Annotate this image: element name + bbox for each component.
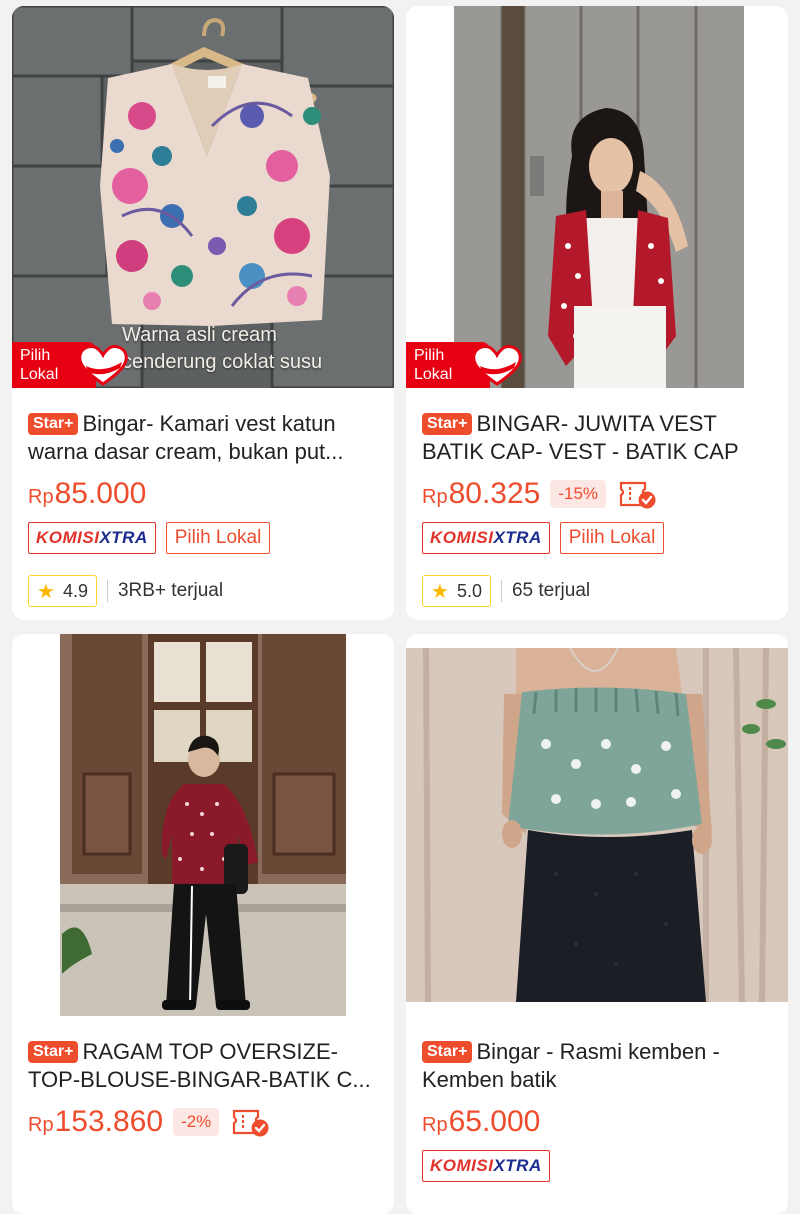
price-amount: 65.000 (448, 1105, 541, 1138)
komisi-text: KOMISI (430, 528, 494, 547)
product-card[interactable]: Star+ Bingar - Rasmi kemben - Kemben bati… (406, 634, 788, 1214)
price-currency: Rp (422, 1114, 448, 1136)
price-amount: 80.325 (448, 477, 541, 510)
star-plus-badge: Star+ (422, 413, 473, 435)
price-row: Rp 65.000 (422, 1104, 772, 1140)
price-amount: 85.000 (54, 477, 147, 510)
badge-line: Lokal (414, 366, 453, 383)
rating-row: ★ 5.0 65 terjual (422, 574, 772, 608)
pilih-lokal-tag: Pilih Lokal (165, 522, 271, 554)
product-card[interactable]: Warna asli cream cenderung coklat susu P… (12, 6, 394, 620)
product-price: Rp 65.000 (422, 1105, 540, 1139)
cod-coupon-icon (619, 481, 656, 509)
rating-badge: ★ 4.9 (28, 575, 97, 607)
price-currency: Rp (422, 486, 448, 508)
star-plus-badge: Star+ (28, 413, 79, 435)
pilih-lokal-badge: Pilih Lokal (12, 342, 130, 388)
product-image[interactable] (12, 634, 394, 1016)
product-image[interactable]: Pilih Lokal (406, 6, 788, 388)
discount-badge: -15% (550, 480, 607, 508)
price-currency: Rp (28, 486, 54, 508)
discount-badge: -2% (173, 1108, 220, 1136)
product-image[interactable]: Warna asli cream cenderung coklat susu P… (12, 6, 394, 388)
komisi-text: KOMISI (36, 528, 100, 547)
rating-value: 4.9 (62, 580, 88, 601)
xtra-text: XTRA (493, 1156, 542, 1175)
tags-row: KOMISI XTRA Pilih Lokal (422, 521, 772, 555)
product-title[interactable]: Star+ RAGAM TOP OVERSIZE-TOP-BLOUSE-BINGA… (28, 1038, 378, 1094)
komisi-xtra-badge: KOMISI XTRA (422, 1150, 550, 1182)
badge-line: Pilih (20, 347, 51, 364)
price-row: Rp 153.860 -2% (28, 1104, 378, 1140)
price-amount: 153.860 (54, 1105, 164, 1138)
divider (106, 580, 108, 602)
badge-line: Lokal (20, 366, 59, 383)
image-caption-line: Warna asli cream (122, 324, 277, 346)
product-card[interactable]: Pilih Lokal Star+ BINGAR- JUWITA VEST BATI… (406, 6, 788, 620)
sold-count: 3RB+ terjual (117, 580, 224, 601)
star-icon: ★ (431, 580, 449, 603)
product-image[interactable] (406, 634, 788, 1016)
product-title-text: RAGAM TOP OVERSIZE-TOP-BLOUSE-BINGAR-BAT… (28, 1039, 371, 1092)
image-caption-line: cenderung coklat susu (122, 351, 323, 373)
komisi-xtra-badge: KOMISI XTRA (28, 522, 156, 554)
tags-row: KOMISI XTRA (422, 1149, 772, 1183)
star-plus-badge: Star+ (422, 1041, 473, 1063)
product-title[interactable]: Star+ Bingar - Rasmi kemben - Kemben bati… (422, 1038, 772, 1094)
heart-icon (78, 345, 128, 386)
tags-row: KOMISI XTRA Pilih Lokal (28, 521, 378, 555)
product-title[interactable]: Star+ BINGAR- JUWITA VEST BATIK CAP- VEST… (422, 410, 772, 466)
star-icon: ★ (37, 580, 55, 603)
sold-count: 65 terjual (511, 580, 591, 601)
heart-icon (472, 345, 522, 386)
product-price: Rp 80.325 (422, 477, 540, 511)
price-row: Rp 80.325 -15% (422, 476, 772, 512)
pilih-lokal-tag: Pilih Lokal (559, 522, 665, 554)
komisi-xtra-badge: KOMISI XTRA (422, 522, 550, 554)
product-title[interactable]: Star+ Bingar- Kamari vest katun warna das… (28, 410, 378, 466)
pilih-lokal-badge: Pilih Lokal (406, 342, 524, 388)
product-price: Rp 85.000 (28, 477, 146, 511)
xtra-text: XTRA (99, 528, 148, 547)
cod-coupon-icon (233, 1109, 269, 1137)
product-price: Rp 153.860 (28, 1105, 163, 1139)
divider (500, 580, 502, 602)
price-row: Rp 85.000 (28, 476, 378, 512)
star-plus-badge: Star+ (28, 1041, 79, 1063)
badge-line: Pilih (414, 347, 445, 364)
komisi-text: KOMISI (430, 1156, 494, 1175)
rating-badge: ★ 5.0 (422, 575, 491, 607)
rating-row: ★ 4.9 3RB+ terjual (28, 574, 378, 608)
xtra-text: XTRA (493, 528, 542, 547)
price-currency: Rp (28, 1114, 54, 1136)
rating-value: 5.0 (456, 580, 482, 601)
product-card[interactable]: Star+ RAGAM TOP OVERSIZE-TOP-BLOUSE-BINGA… (12, 634, 394, 1214)
